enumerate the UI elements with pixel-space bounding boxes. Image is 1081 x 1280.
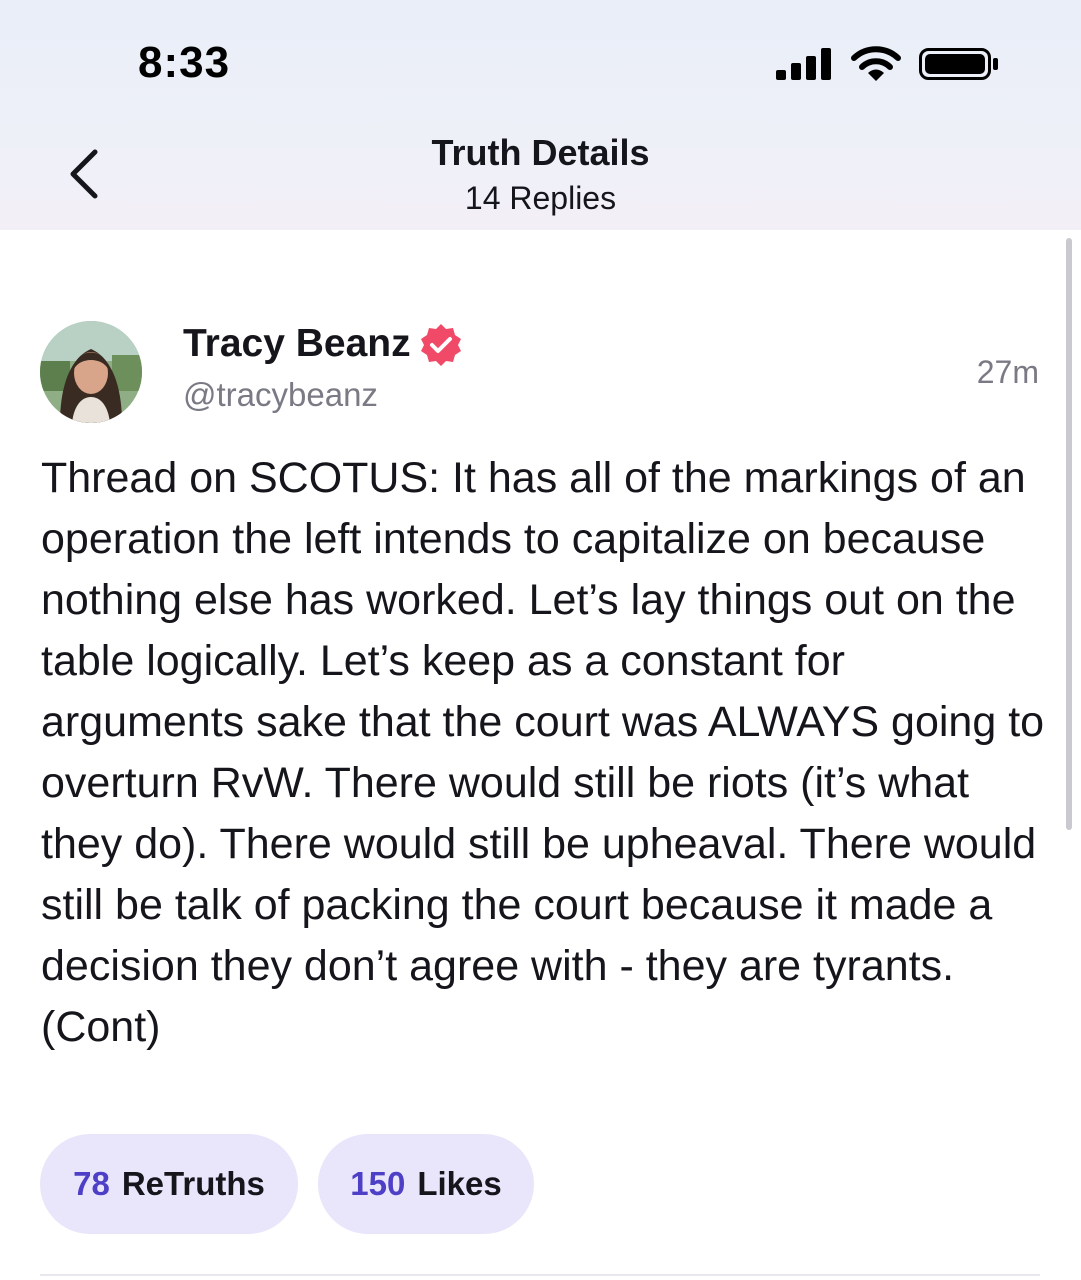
author-display-name[interactable]: Tracy Beanz: [183, 322, 411, 366]
divider: [40, 1274, 1040, 1276]
app-header: 8:33 Truth Details 14 Replies: [0, 0, 1081, 230]
avatar[interactable]: [40, 321, 142, 423]
retruths-label: ReTruths: [121, 1165, 265, 1202]
retruths-count: 78: [73, 1165, 110, 1202]
status-time: 8:33: [138, 38, 231, 87]
post-timestamp: 27m: [976, 354, 1039, 390]
retruths-button[interactable]: 78 ReTruths: [40, 1134, 298, 1234]
post-body: Thread on SCOTUS: It has all of the mark…: [41, 454, 1045, 1051]
likes-count: 150: [350, 1165, 406, 1202]
scrollbar[interactable]: [1066, 238, 1072, 830]
signal-icon: [776, 48, 831, 80]
replies-count: 14 Replies: [464, 180, 617, 216]
avatar-image: [40, 321, 142, 423]
wifi-icon: [851, 46, 901, 81]
likes-label: Likes: [417, 1165, 502, 1202]
battery-icon: [919, 48, 998, 80]
verified-badge-icon: [421, 324, 461, 366]
likes-button[interactable]: 150 Likes: [318, 1134, 534, 1234]
page-title: Truth Details: [431, 132, 650, 173]
author-handle[interactable]: @tracybeanz: [183, 376, 378, 414]
